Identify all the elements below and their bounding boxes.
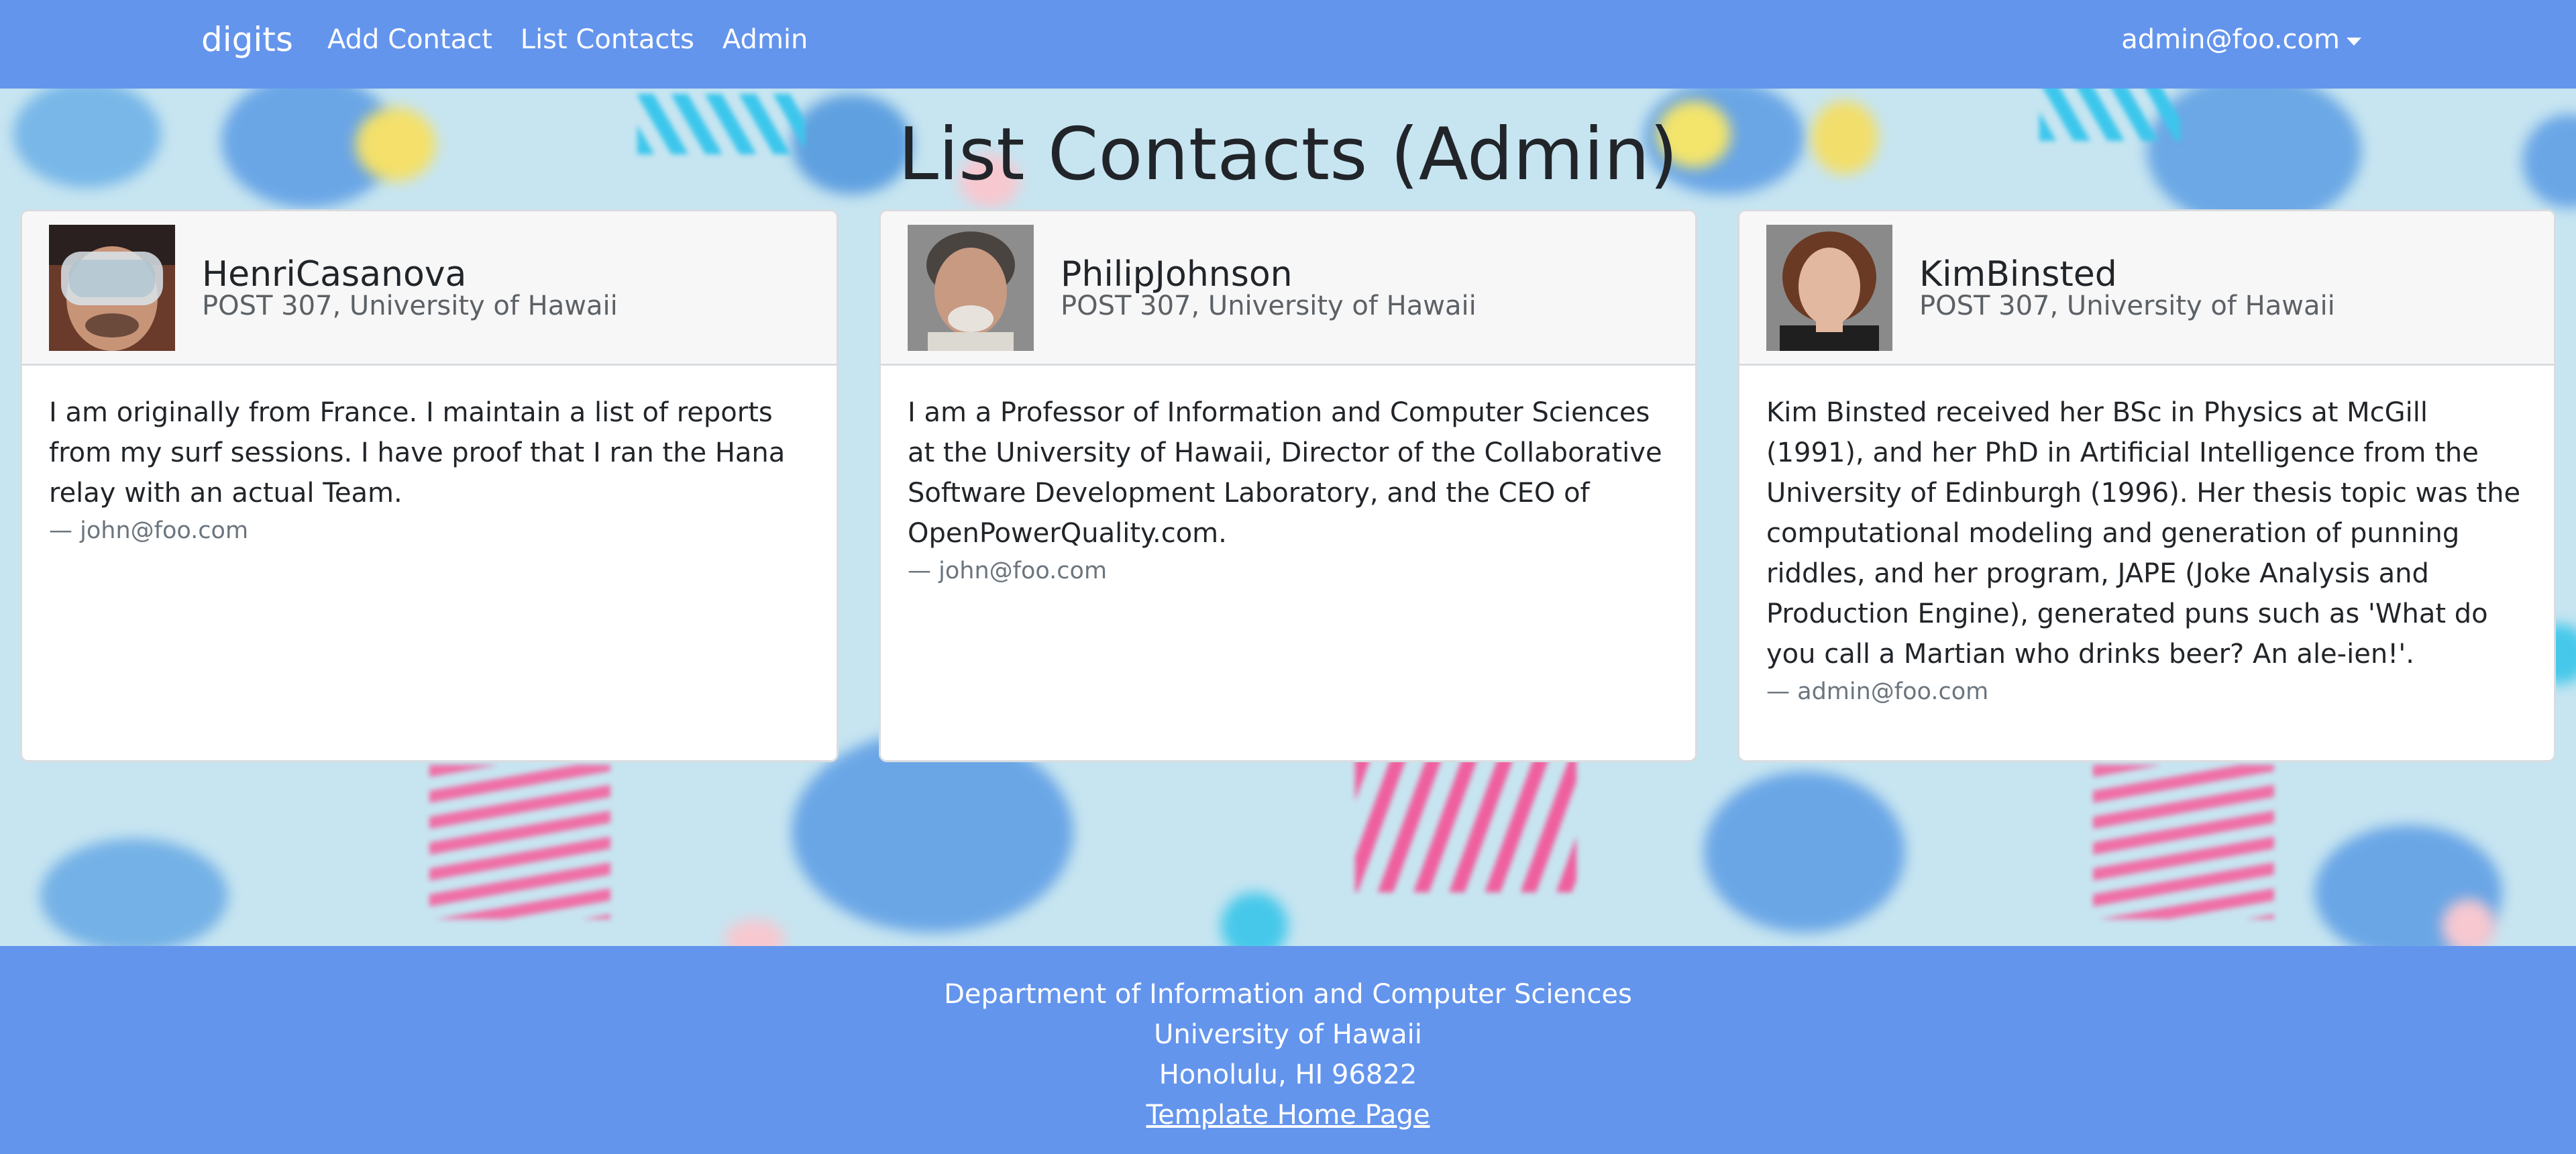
nav-add-contact[interactable]: Add Contact [327, 24, 492, 55]
contact-owner: — admin@foo.com [1766, 678, 1989, 705]
contact-address: POST 307, University of Hawaii [202, 291, 618, 321]
contact-name: KimBinsted [1919, 254, 2117, 295]
avatar [49, 225, 175, 351]
card-header: PhilipJohnson POST 307, University of Ha… [881, 211, 1695, 366]
footer-department: Department of Information and Computer S… [944, 979, 1632, 1010]
contact-card: PhilipJohnson POST 307, University of Ha… [879, 209, 1697, 762]
card-header: KimBinsted POST 307, University of Hawai… [1739, 211, 2554, 366]
contact-name: HenriCasanova [202, 254, 467, 295]
user-dropdown[interactable]: admin@foo.com [2121, 24, 2361, 55]
page-title: List Contacts (Admin) [898, 113, 1678, 197]
avatar [1766, 225, 1892, 351]
contact-address: POST 307, University of Hawaii [1061, 291, 1477, 321]
contact-card: HenriCasanova POST 307, University of Ha… [20, 209, 839, 762]
contact-card: KimBinsted POST 307, University of Hawai… [1737, 209, 2556, 762]
footer-address: Honolulu, HI 96822 [1159, 1059, 1417, 1090]
template-home-link[interactable]: Template Home Page [1146, 1100, 1430, 1131]
nav-admin[interactable]: Admin [722, 24, 808, 55]
brand-link[interactable]: digits [201, 20, 293, 59]
contact-owner: — john@foo.com [908, 558, 1108, 584]
avatar [908, 225, 1034, 351]
nav-list-contacts[interactable]: List Contacts [521, 24, 694, 55]
footer-university: University of Hawaii [1154, 1019, 1422, 1050]
footer: Department of Information and Computer S… [0, 946, 2576, 1154]
caret-down-icon [2347, 38, 2361, 46]
user-email: admin@foo.com [2121, 24, 2340, 55]
contact-description: I am a Professor of Information and Comp… [908, 397, 1662, 549]
contact-address: POST 307, University of Hawaii [1919, 291, 2335, 321]
card-body: I am a Professor of Information and Comp… [881, 366, 1695, 584]
contact-name: PhilipJohnson [1061, 254, 1293, 295]
card-body: I am originally from France. I maintain … [22, 366, 837, 544]
contact-description: I am originally from France. I maintain … [49, 397, 786, 509]
contact-description: Kim Binsted received her BSc in Physics … [1766, 397, 2521, 670]
top-navbar: digits Add Contact List Contacts Admin a… [0, 0, 2576, 89]
contact-owner: — john@foo.com [49, 517, 249, 544]
nav-links: Add Contact List Contacts Admin [327, 24, 808, 55]
card-header: HenriCasanova POST 307, University of Ha… [22, 211, 837, 366]
card-body: Kim Binsted received her BSc in Physics … [1739, 366, 2554, 705]
